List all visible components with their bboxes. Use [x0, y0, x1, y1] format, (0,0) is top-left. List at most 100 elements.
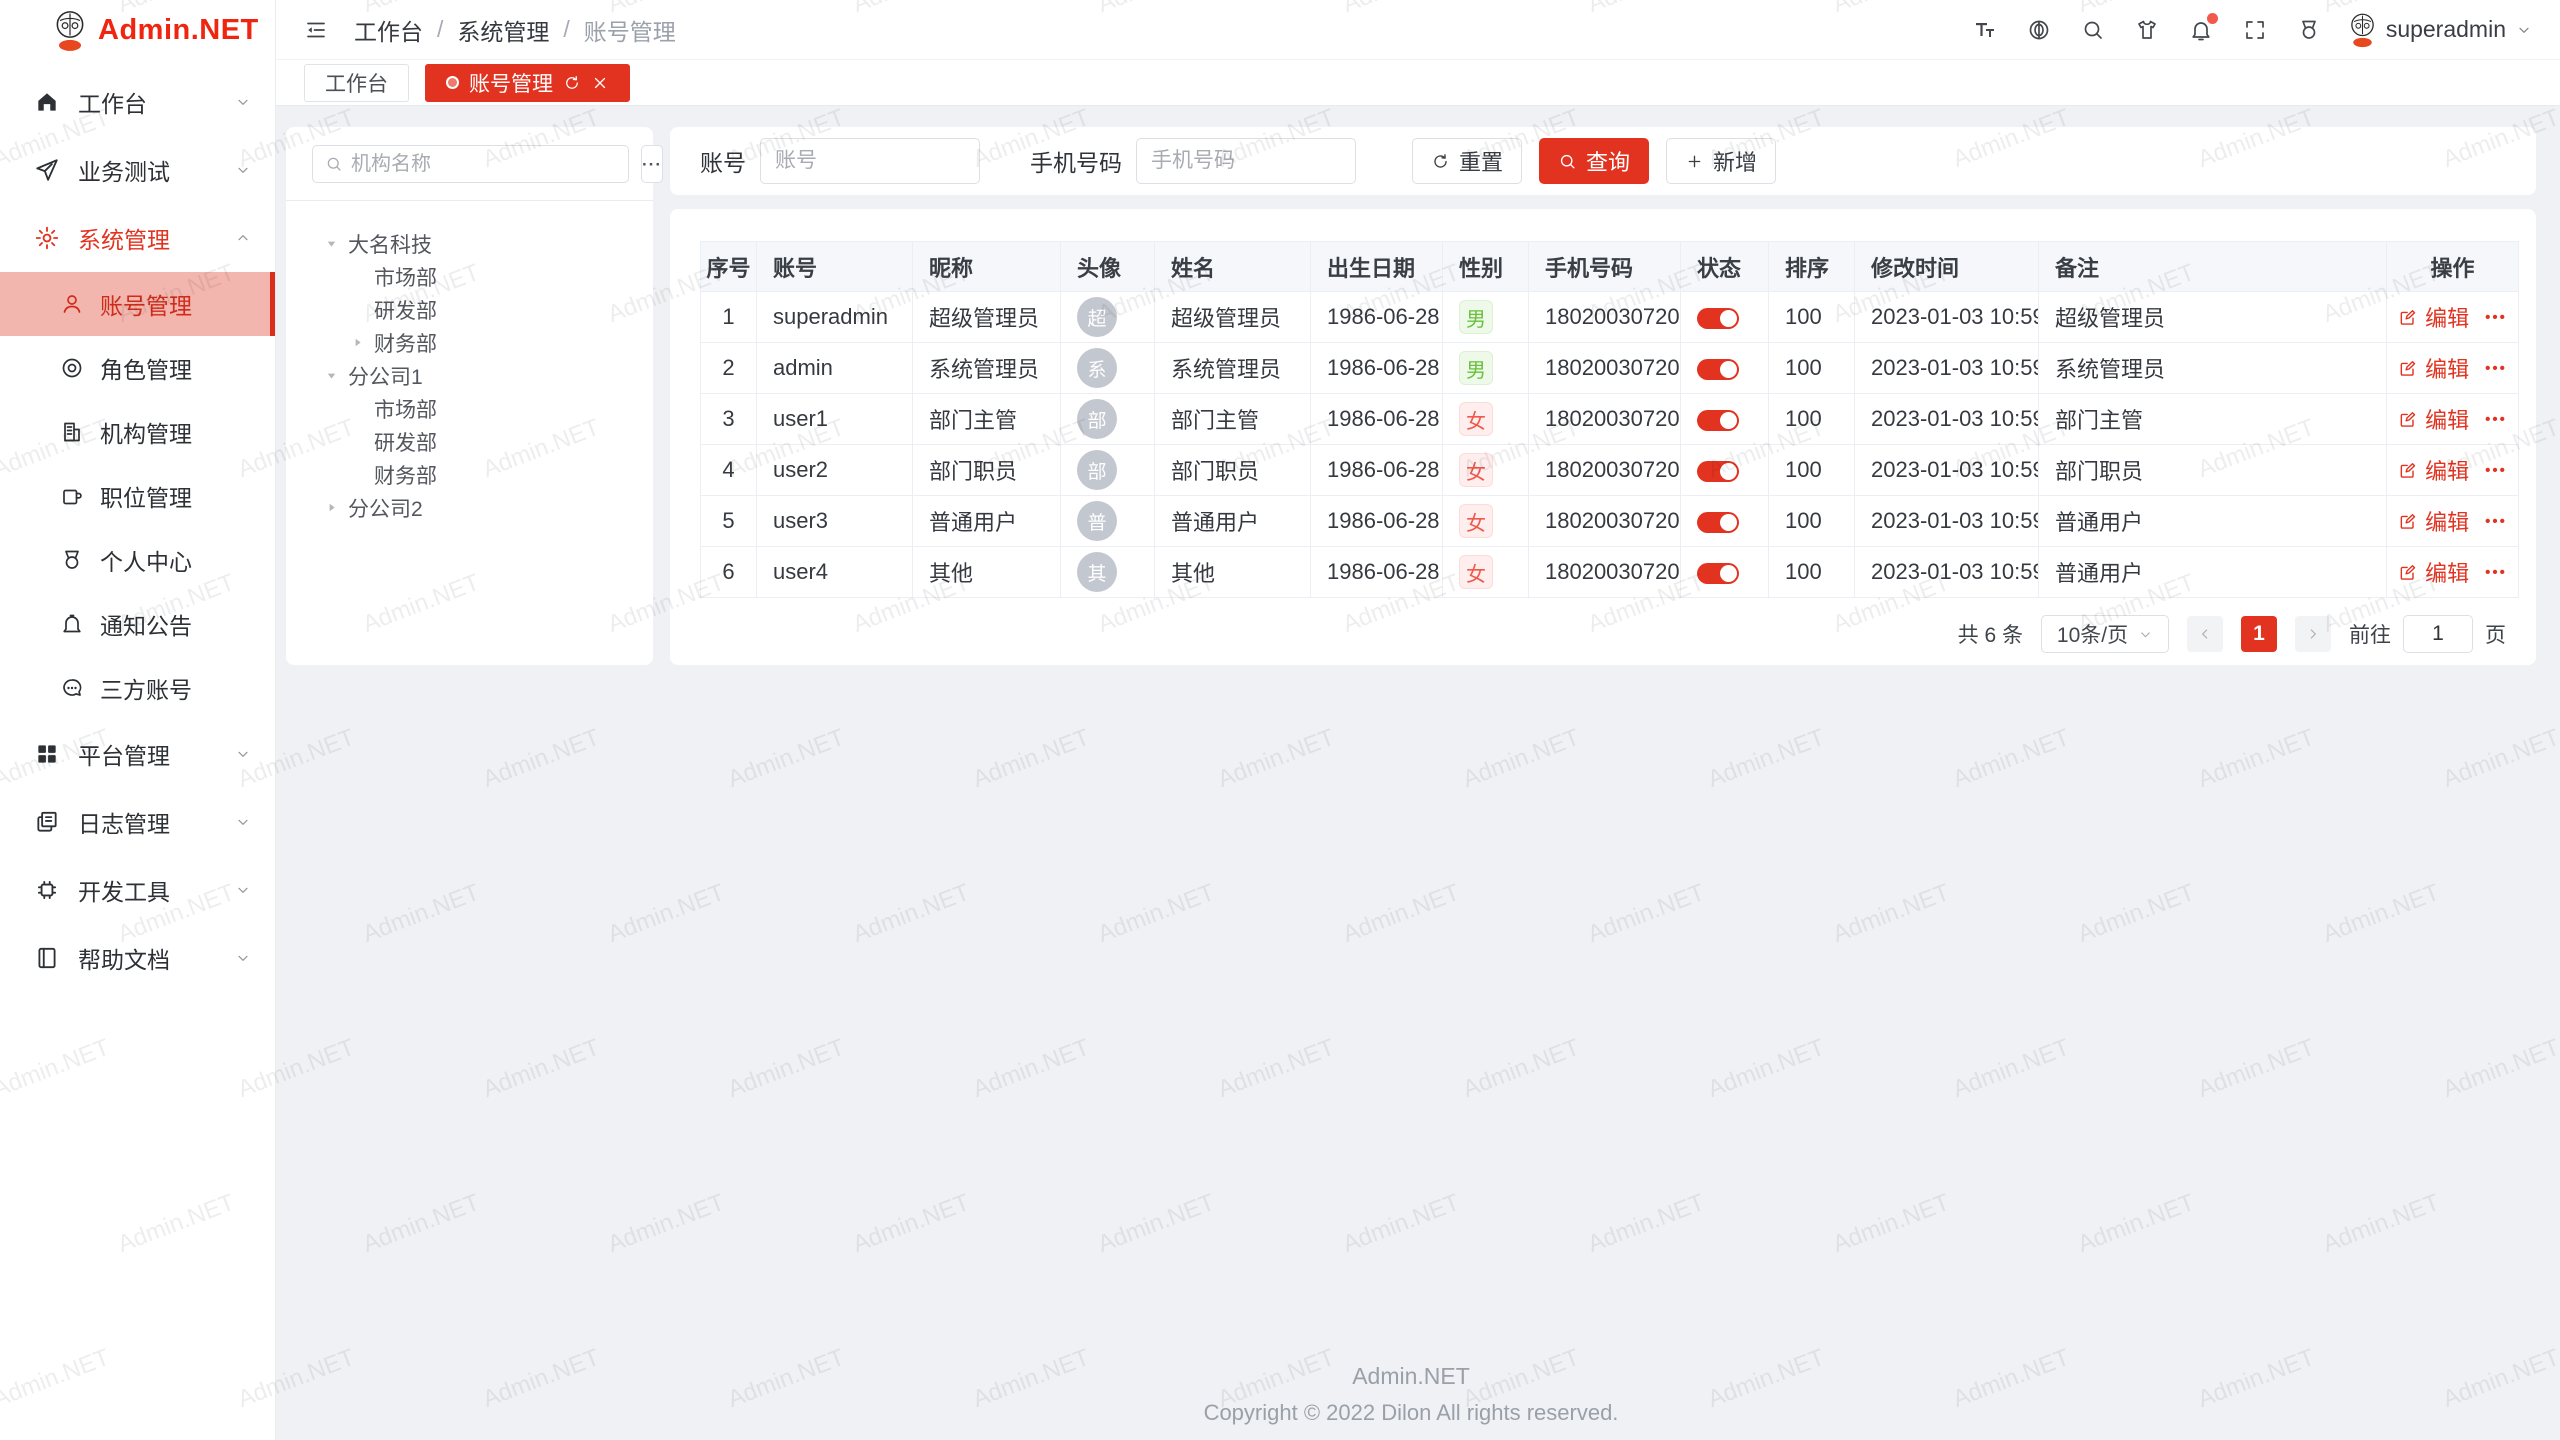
status-toggle[interactable] — [1697, 308, 1739, 329]
sidebar-item-workbench[interactable]: 工作台 — [0, 68, 275, 136]
row-more-button[interactable]: ••• — [2485, 309, 2507, 326]
query-button[interactable]: 查询 — [1539, 138, 1649, 184]
phone-input[interactable] — [1136, 138, 1356, 184]
sidebar-item-label: 机构管理 — [100, 415, 192, 449]
cell-remark: 超级管理员 — [2039, 292, 2387, 343]
status-toggle[interactable] — [1697, 359, 1739, 380]
cell-index: 2 — [701, 343, 757, 394]
sidebar-item-personal-center[interactable]: 个人中心 — [0, 528, 275, 592]
reset-button[interactable]: 重置 — [1412, 138, 1522, 184]
goto-page-input[interactable] — [2403, 615, 2473, 653]
tree-node[interactable]: 研发部 — [312, 425, 627, 458]
tab-workbench[interactable]: 工作台 — [304, 64, 409, 102]
table-header-row: 序号账号昵称头像姓名出生日期性别手机号码状态排序修改时间备注操作 — [701, 242, 2519, 292]
tree-more-button[interactable]: ··· — [641, 145, 663, 183]
tree-node[interactable]: 市场部 — [312, 392, 627, 425]
goto-page: 前往 页 — [2349, 615, 2506, 653]
current-page-button[interactable]: 1 — [2241, 616, 2277, 652]
sidebar-item-log-management[interactable]: 日志管理 — [0, 788, 275, 856]
toggle-knob — [1720, 361, 1737, 378]
fullscreen-icon[interactable] — [2243, 18, 2267, 42]
column-header: 备注 — [2039, 242, 2387, 292]
collapse-sidebar-icon[interactable] — [304, 18, 328, 42]
sidebar-item-org-management[interactable]: 机构管理 — [0, 400, 275, 464]
tree-node-label: 研发部 — [374, 295, 437, 325]
sidebar-item-help-docs[interactable]: 帮助文档 — [0, 924, 275, 992]
notifications-icon[interactable] — [2189, 18, 2213, 42]
row-avatar: 其 — [1077, 552, 1117, 592]
close-icon[interactable] — [591, 74, 609, 92]
user-menu[interactable]: superadmin — [2349, 11, 2532, 48]
row-more-button[interactable]: ••• — [2485, 360, 2507, 377]
row-more-button[interactable]: ••• — [2485, 564, 2507, 581]
sidebar-item-third-party-account[interactable]: 三方账号 — [0, 656, 275, 720]
tree-node[interactable]: 财务部 — [312, 326, 627, 359]
tree-node[interactable]: 财务部 — [312, 458, 627, 491]
table-row: 4user2部门职员部部门职员1986-06-28女18020030720100… — [701, 445, 2519, 496]
search-icon[interactable] — [2081, 18, 2105, 42]
tree-node[interactable]: 分公司2 — [312, 491, 627, 524]
brand-name: Admin.NET — [98, 14, 259, 47]
edit-button[interactable]: 编辑 — [2398, 505, 2469, 537]
status-toggle[interactable] — [1697, 563, 1739, 584]
row-more-button[interactable]: ••• — [2485, 411, 2507, 428]
cell-modified: 2023-01-03 10:59:44 — [1855, 547, 2039, 598]
status-toggle[interactable] — [1697, 410, 1739, 431]
tree-node[interactable]: 大名科技 — [312, 227, 627, 260]
edit-button[interactable]: 编辑 — [2398, 454, 2469, 486]
refresh-icon[interactable] — [563, 74, 581, 92]
sidebar-item-notice-announcement[interactable]: 通知公告 — [0, 592, 275, 656]
status-toggle[interactable] — [1697, 461, 1739, 482]
cell-birthdate: 1986-06-28 — [1311, 394, 1443, 445]
sidebar-item-role-management[interactable]: 角色管理 — [0, 336, 275, 400]
tree-node[interactable]: 市场部 — [312, 260, 627, 293]
edit-button[interactable]: 编辑 — [2398, 352, 2469, 384]
cell-avatar: 超 — [1061, 292, 1155, 343]
language-icon[interactable] — [2027, 18, 2051, 42]
sidebar-item-dev-tools[interactable]: 开发工具 — [0, 856, 275, 924]
org-search — [312, 145, 629, 183]
breadcrumb-item[interactable]: 工作台 — [354, 13, 423, 47]
filter-bar: 账号 手机号码 重置 查询 — [670, 127, 2536, 195]
breadcrumb-item[interactable]: 账号管理 — [584, 13, 676, 47]
cell-actions: 编辑 ••• — [2387, 496, 2519, 547]
add-button[interactable]: 新增 — [1666, 138, 1776, 184]
sidebar-item-business-test[interactable]: 业务测试 — [0, 136, 275, 204]
footer-copyright: Copyright © 2022 Dilon All rights reserv… — [286, 1400, 2536, 1426]
cell-remark: 部门主管 — [2039, 394, 2387, 445]
sidebar-item-system-management[interactable]: 系统管理 — [0, 204, 275, 272]
prev-page-button[interactable] — [2187, 616, 2223, 652]
cell-name: 部门主管 — [1155, 394, 1311, 445]
cell-modified: 2023-01-03 10:59:44 — [1855, 394, 2039, 445]
sidebar-item-account-management[interactable]: 账号管理 — [0, 272, 275, 336]
cell-modified: 2023-01-03 10:59:44 — [1855, 343, 2039, 394]
row-more-button[interactable]: ••• — [2485, 462, 2507, 479]
font-size-icon[interactable] — [1973, 18, 1997, 42]
tab-account-management[interactable]: 账号管理 — [425, 64, 630, 102]
edit-icon — [2398, 409, 2418, 429]
tree-node[interactable]: 研发部 — [312, 293, 627, 326]
next-page-button[interactable] — [2295, 616, 2331, 652]
brand[interactable]: Admin.NET — [0, 0, 275, 60]
theme-icon[interactable] — [2135, 18, 2159, 42]
page-size-select[interactable]: 10条/页 — [2041, 615, 2169, 653]
tree-node[interactable]: 分公司1 — [312, 359, 627, 392]
chev-down-icon — [235, 746, 251, 762]
profile-icon[interactable] — [2297, 18, 2321, 42]
status-toggle[interactable] — [1697, 512, 1739, 533]
edit-label: 编辑 — [2425, 505, 2469, 537]
edit-button[interactable]: 编辑 — [2398, 403, 2469, 435]
account-input[interactable] — [760, 138, 980, 184]
sidebar-item-platform-management[interactable]: 平台管理 — [0, 720, 275, 788]
breadcrumb-item[interactable]: 系统管理 — [457, 13, 549, 47]
row-more-button[interactable]: ••• — [2485, 513, 2507, 530]
sidebar-item-position-management[interactable]: 职位管理 — [0, 464, 275, 528]
position-icon — [60, 484, 84, 508]
column-header: 状态 — [1681, 242, 1769, 292]
content-area: ··· 大名科技市场部研发部财务部分公司1市场部研发部财务部分公司2 账号 手机… — [276, 106, 2560, 1440]
column-header: 手机号码 — [1529, 242, 1681, 292]
row-actions: 编辑 ••• — [2391, 505, 2514, 537]
edit-button[interactable]: 编辑 — [2398, 556, 2469, 588]
org-search-input[interactable] — [351, 153, 616, 176]
edit-button[interactable]: 编辑 — [2398, 301, 2469, 333]
